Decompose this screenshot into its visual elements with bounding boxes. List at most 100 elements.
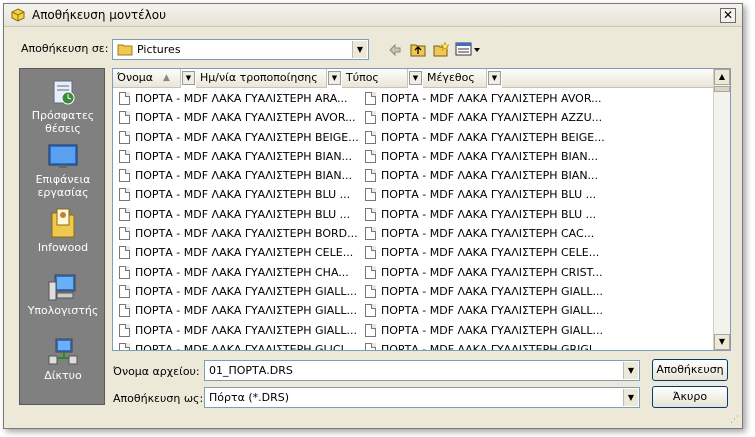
save-in-combo[interactable]: Pictures ▼: [112, 39, 369, 60]
resize-grip-icon[interactable]: ⋰: [730, 415, 739, 425]
chevron-down-icon[interactable]: ▼: [623, 362, 638, 379]
new-folder-button[interactable]: [432, 41, 450, 59]
file-item[interactable]: ΠΟΡΤΑ - MDF ΛΑΚΑ ΓΥΑΛΙΣΤΕΡΗ GRIGI...: [359, 340, 604, 351]
save-in-label: Αποθήκευση σε:: [21, 42, 109, 55]
column-header-type[interactable]: Τύπος: [342, 69, 408, 88]
file-item[interactable]: ΠΟΡΤΑ - MDF ΛΑΚΑ ΓΥΑΛΙΣΤΕΡΗ CAC...: [359, 224, 604, 243]
places-bar: Πρόσφατες θέσεις Επιφάνεια εργασίας Info…: [19, 68, 105, 405]
place-recent[interactable]: Πρόσφατες θέσεις: [20, 77, 106, 135]
file-name: ΠΟΡΤΑ - MDF ΛΑΚΑ ΓΥΑΛΙΣΤΕΡΗ BORD...: [135, 227, 358, 241]
file-item[interactable]: ΠΟΡΤΑ - MDF ΛΑΚΑ ΓΥΑΛΙΣΤΕΡΗ CHA...: [113, 263, 358, 282]
document-icon: [119, 342, 130, 350]
place-network-label: Δίκτυο: [44, 369, 82, 382]
title-bar: Αποθήκευση μοντέλου ✕: [4, 4, 742, 27]
document-icon: [119, 304, 130, 318]
column-filter-type[interactable]: ▼: [409, 71, 422, 85]
document-icon: [119, 149, 130, 163]
file-item[interactable]: ΠΟΡΤΑ - MDF ΛΑΚΑ ΓΥΑΛΙΣΤΕΡΗ GIALL...: [359, 301, 604, 320]
document-icon: [365, 207, 376, 221]
filetype-label: Αποθήκευση ως:: [113, 392, 204, 405]
filetype-value: Πόρτα (*.DRS): [209, 391, 290, 404]
chevron-down-icon[interactable]: ▼: [623, 389, 638, 406]
file-item[interactable]: ΠΟΡΤΑ - MDF ΛΑΚΑ ΓΥΑΛΙΣΤΕΡΗ GIALL...: [113, 282, 358, 301]
file-item[interactable]: ΠΟΡΤΑ - MDF ΛΑΚΑ ΓΥΑΛΙΣΤΕΡΗ BLU ...: [359, 205, 604, 224]
document-icon: [365, 149, 376, 163]
vertical-scrollbar[interactable]: ▲ ▼: [713, 69, 730, 350]
file-name: ΠΟΡΤΑ - MDF ΛΑΚΑ ΓΥΑΛΙΣΤΕΡΗ BLU ...: [381, 188, 597, 202]
file-name: ΠΟΡΤΑ - MDF ΛΑΚΑ ΓΥΑΛΙΣΤΕΡΗ GIALL...: [381, 323, 604, 337]
filetype-select[interactable]: Πόρτα (*.DRS) ▼: [204, 387, 640, 408]
document-icon: [365, 169, 376, 183]
file-item[interactable]: ΠΟΡΤΑ - MDF ΛΑΚΑ ΓΥΑΛΙΣΤΕΡΗ BLU ...: [113, 185, 358, 204]
views-menu-button[interactable]: [455, 41, 481, 59]
up-folder-button[interactable]: [409, 41, 427, 59]
window-title: Αποθήκευση μοντέλου: [32, 8, 167, 22]
file-item[interactable]: ΠΟΡΤΑ - MDF ΛΑΚΑ ΓΥΑΛΙΣΤΕΡΗ BIAN...: [359, 147, 604, 166]
file-column-2: ΠΟΡΤΑ - MDF ΛΑΚΑ ΓΥΑΛΙΣΤΕΡΗ AVOR... ΠΟΡΤΑ…: [359, 89, 604, 351]
scroll-up-button[interactable]: ▲: [714, 69, 730, 85]
file-name: ΠΟΡΤΑ - MDF ΛΑΚΑ ΓΥΑΛΙΣΤΕΡΗ GIALL...: [135, 323, 358, 337]
file-item[interactable]: ΠΟΡΤΑ - MDF ΛΑΚΑ ΓΥΑΛΙΣΤΕΡΗ BIAN...: [113, 166, 358, 185]
file-item[interactable]: ΠΟΡΤΑ - MDF ΛΑΚΑ ΓΥΑΛΙΣΤΕΡΗ BIAN...: [113, 147, 358, 166]
column-header-name[interactable]: Όνομα ▲: [113, 69, 181, 88]
filename-input[interactable]: 01_ΠΟΡΤΑ.DRS ▼: [204, 360, 640, 381]
file-list[interactable]: Όνομα ▲ ▼ Ημ/νία τροποποίησης ▼ Τύπος ▼ …: [112, 68, 731, 351]
document-icon: [119, 92, 130, 105]
file-name: ΠΟΡΤΑ - MDF ΛΑΚΑ ΓΥΑΛΙΣΤΕΡΗ BIAN...: [381, 169, 599, 183]
save-model-dialog: Αποθήκευση μοντέλου ✕ Αποθήκευση σε: Pic…: [3, 3, 743, 429]
file-item[interactable]: ΠΟΡΤΑ - MDF ΛΑΚΑ ΓΥΑΛΙΣΤΕΡΗ AVOR...: [113, 108, 358, 127]
file-item[interactable]: ΠΟΡΤΑ - MDF ΛΑΚΑ ΓΥΑΛΙΣΤΕΡΗ AZZU...: [359, 108, 604, 127]
column-header-size[interactable]: Μέγεθος: [423, 69, 487, 88]
file-item[interactable]: ΠΟΡΤΑ - MDF ΛΑΚΑ ΓΥΑΛΙΣΤΕΡΗ GLICI...: [113, 340, 358, 350]
file-item[interactable]: ΠΟΡΤΑ - MDF ΛΑΚΑ ΓΥΑΛΙΣΤΕΡΗ GIALL...: [113, 301, 358, 320]
document-icon: [119, 246, 130, 260]
file-name: ΠΟΡΤΑ - MDF ΛΑΚΑ ΓΥΑΛΙΣΤΕΡΗ BIAN...: [135, 169, 353, 183]
file-item[interactable]: ΠΟΡΤΑ - MDF ΛΑΚΑ ΓΥΑΛΙΣΤΕΡΗ GIALL...: [359, 282, 604, 301]
file-name: ΠΟΡΤΑ - MDF ΛΑΚΑ ΓΥΑΛΙΣΤΕΡΗ GIALL...: [135, 284, 358, 298]
file-item[interactable]: ΠΟΡΤΑ - MDF ΛΑΚΑ ΓΥΑΛΙΣΤΕΡΗ BEIGE...: [359, 128, 604, 147]
file-item[interactable]: ΠΟΡΤΑ - MDF ΛΑΚΑ ΓΥΑΛΙΣΤΕΡΗ ARA...: [113, 89, 358, 108]
scroll-down-button[interactable]: ▼: [714, 334, 730, 350]
document-icon: [365, 111, 376, 125]
file-item[interactable]: ΠΟΡΤΑ - MDF ΛΑΚΑ ΓΥΑΛΙΣΤΕΡΗ BEIGE...: [113, 128, 358, 147]
back-button[interactable]: [387, 41, 403, 59]
file-item[interactable]: ΠΟΡΤΑ - MDF ΛΑΚΑ ΓΥΑΛΙΣΤΕΡΗ CELE...: [113, 243, 358, 262]
file-column-1: ΠΟΡΤΑ - MDF ΛΑΚΑ ΓΥΑΛΙΣΤΕΡΗ ARA... ΠΟΡΤΑ …: [113, 89, 358, 350]
document-icon: [119, 323, 130, 337]
chevron-down-icon[interactable]: ▼: [352, 41, 367, 58]
file-item[interactable]: ΠΟΡΤΑ - MDF ΛΑΚΑ ΓΥΑΛΙΣΤΕΡΗ BIAN...: [359, 166, 604, 185]
scroll-thumb[interactable]: [714, 86, 730, 92]
file-name: ΠΟΡΤΑ - MDF ΛΑΚΑ ΓΥΑΛΙΣΤΕΡΗ AVOR...: [381, 92, 602, 105]
place-desktop-label: Επιφάνεια εργασίας: [35, 173, 91, 199]
column-filter-modified[interactable]: ▼: [328, 71, 341, 85]
column-filter-name[interactable]: ▼: [182, 71, 195, 85]
file-item[interactable]: ΠΟΡΤΑ - MDF ΛΑΚΑ ΓΥΑΛΙΣΤΕΡΗ GIALL...: [113, 321, 358, 340]
column-filter-size[interactable]: ▼: [488, 71, 501, 85]
document-icon: [365, 188, 376, 202]
document-icon: [119, 284, 130, 298]
file-name: ΠΟΡΤΑ - MDF ΛΑΚΑ ΓΥΑΛΙΣΤΕΡΗ CRIST...: [381, 265, 603, 279]
column-header-name-label: Όνομα: [117, 71, 154, 84]
file-name: ΠΟΡΤΑ - MDF ΛΑΚΑ ΓΥΑΛΙΣΤΕΡΗ BLU ...: [381, 207, 597, 221]
file-item[interactable]: ΠΟΡΤΑ - MDF ΛΑΚΑ ΓΥΑΛΙΣΤΕΡΗ BLU ...: [359, 185, 604, 204]
document-icon: [119, 169, 130, 183]
close-button[interactable]: ✕: [720, 8, 736, 23]
place-network[interactable]: Δίκτυο: [20, 337, 106, 382]
file-item[interactable]: ΠΟΡΤΑ - MDF ΛΑΚΑ ΓΥΑΛΙΣΤΕΡΗ GIALL...: [359, 321, 604, 340]
file-name: ΠΟΡΤΑ - MDF ΛΑΚΑ ΓΥΑΛΙΣΤΕΡΗ GRIGI...: [381, 342, 603, 351]
column-header-modified[interactable]: Ημ/νία τροποποίησης: [196, 69, 327, 88]
cancel-button[interactable]: Άκυρο: [652, 386, 728, 408]
place-infowood[interactable]: Infowood: [20, 207, 106, 254]
file-item[interactable]: ΠΟΡΤΑ - MDF ΛΑΚΑ ΓΥΑΛΙΣΤΕΡΗ BORD...: [113, 224, 358, 243]
file-item[interactable]: ΠΟΡΤΑ - MDF ΛΑΚΑ ΓΥΑΛΙΣΤΕΡΗ AVOR...: [359, 89, 604, 108]
column-header-filler: [502, 69, 714, 88]
file-item[interactable]: ΠΟΡΤΑ - MDF ΛΑΚΑ ΓΥΑΛΙΣΤΕΡΗ BLU ...: [113, 205, 358, 224]
document-icon: [365, 130, 376, 144]
file-item[interactable]: ΠΟΡΤΑ - MDF ΛΑΚΑ ΓΥΑΛΙΣΤΕΡΗ CELE...: [359, 243, 604, 262]
save-button[interactable]: Αποθήκευση: [652, 359, 728, 381]
place-computer[interactable]: Υπολογιστής: [20, 272, 106, 317]
place-recent-label: Πρόσφατες θέσεις: [31, 109, 95, 135]
file-item[interactable]: ΠΟΡΤΑ - MDF ΛΑΚΑ ΓΥΑΛΙΣΤΕΡΗ CRIST...: [359, 263, 604, 282]
place-desktop[interactable]: Επιφάνεια εργασίας: [20, 143, 106, 199]
folder-up-icon: [410, 44, 426, 57]
